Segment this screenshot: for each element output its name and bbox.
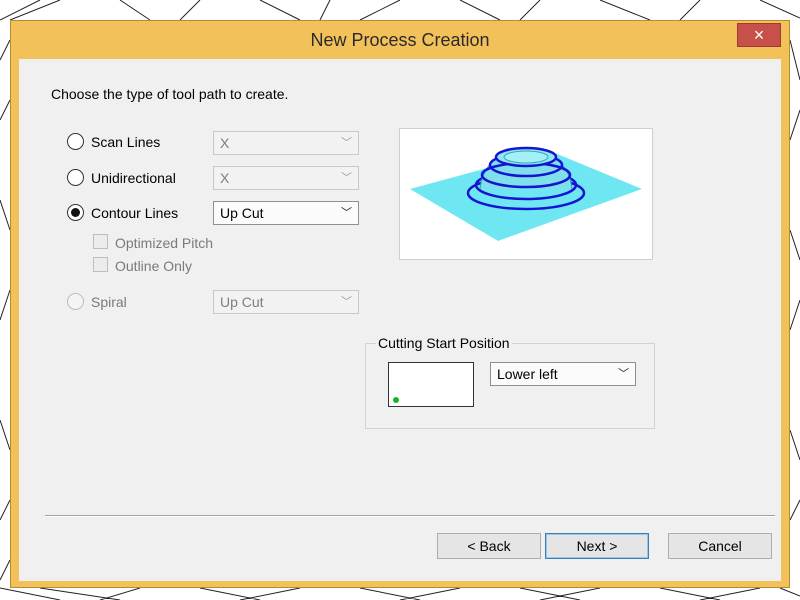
- close-icon: ×: [753, 25, 765, 45]
- chevron-down-icon: ﹀: [341, 207, 352, 219]
- footer-separator: [45, 515, 775, 517]
- contour-toolpath-illustration: [410, 146, 642, 241]
- checkbox-optimized-pitch[interactable]: [93, 234, 108, 249]
- next-button[interactable]: Next >: [545, 533, 649, 559]
- unidirectional-direction-select: X ﹀: [213, 166, 359, 190]
- cutting-start-group: Cutting Start Position Lower left ﹀: [365, 335, 655, 429]
- dialog-client-area: Choose the type of tool path to create. …: [19, 59, 781, 581]
- label-scan-lines: Scan Lines: [91, 134, 161, 150]
- contour-lines-cut-value: Up Cut: [220, 205, 264, 221]
- scan-lines-direction-value: X: [220, 135, 230, 151]
- start-point-marker: [393, 397, 399, 403]
- chevron-down-icon: ﹀: [341, 137, 352, 149]
- contour-lines-cut-select[interactable]: Up Cut ﹀: [213, 201, 359, 225]
- chevron-down-icon: ﹀: [341, 296, 352, 308]
- cutting-start-value: Lower left: [497, 366, 558, 382]
- title-bar: New Process Creation ×: [11, 21, 789, 59]
- label-spiral: Spiral: [91, 294, 127, 310]
- spiral-cut-value: Up Cut: [220, 294, 264, 310]
- label-optimized-pitch: Optimized Pitch: [115, 235, 214, 251]
- label-unidirectional: Unidirectional: [91, 170, 176, 186]
- cancel-button[interactable]: Cancel: [668, 533, 772, 559]
- radio-scan-lines[interactable]: [67, 133, 84, 150]
- checkbox-outline-only[interactable]: [93, 257, 108, 272]
- toolpath-preview: [399, 128, 653, 260]
- radio-unidirectional[interactable]: [67, 169, 84, 186]
- back-button[interactable]: < Back: [437, 533, 541, 559]
- cutting-start-group-label: Cutting Start Position: [376, 335, 512, 351]
- radio-spiral[interactable]: [67, 293, 84, 310]
- unidirectional-direction-value: X: [220, 170, 230, 186]
- chevron-down-icon: ﹀: [618, 368, 629, 380]
- label-contour-lines: Contour Lines: [91, 205, 179, 221]
- close-button[interactable]: ×: [737, 23, 781, 47]
- spiral-cut-select: Up Cut ﹀: [213, 290, 359, 314]
- cutting-start-select[interactable]: Lower left ﹀: [490, 362, 636, 386]
- chevron-down-icon: ﹀: [341, 172, 352, 184]
- window-title: New Process Creation: [310, 30, 490, 50]
- instruction-text: Choose the type of tool path to create.: [51, 86, 289, 102]
- label-outline-only: Outline Only: [115, 258, 193, 274]
- scan-lines-direction-select: X ﹀: [213, 131, 359, 155]
- dialog-window: New Process Creation × Choose the type o…: [10, 20, 790, 588]
- start-position-preview: [388, 362, 474, 407]
- radio-contour-lines[interactable]: [67, 204, 84, 221]
